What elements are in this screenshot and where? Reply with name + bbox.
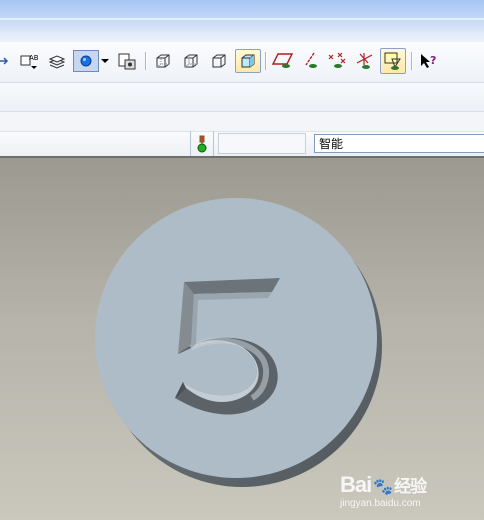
wireframe-icon[interactable] — [152, 50, 174, 72]
watermark-logo-suffix: 经验 — [394, 477, 427, 496]
regeneration-status-icon — [190, 131, 214, 156]
datum-plane-display-icon[interactable] — [272, 50, 294, 72]
layer-icon[interactable] — [46, 50, 68, 72]
status-field — [218, 133, 306, 154]
hidden-line-icon[interactable] — [180, 50, 202, 72]
named-view-icon[interactable] — [0, 50, 16, 72]
annotation-display-icon[interactable]: AB — [18, 50, 40, 72]
selection-filter-select[interactable]: 智能 — [314, 134, 484, 153]
message-area — [0, 112, 484, 131]
model-render — [95, 198, 382, 487]
toolbar-separator — [411, 52, 413, 70]
shading-icon[interactable] — [235, 49, 261, 73]
watermark-site: jingyan.baidu.com — [340, 498, 421, 509]
display-style-dropdown-icon[interactable] — [99, 50, 111, 72]
svg-text:?: ? — [430, 54, 436, 67]
saved-view-icon[interactable] — [116, 50, 138, 72]
svg-text:AB: AB — [29, 54, 39, 62]
secondary-toolbar-area — [0, 83, 484, 112]
spin-center-icon[interactable] — [380, 48, 406, 74]
watermark-logo-text: Bai — [340, 472, 372, 497]
selection-filter-value: 智能 — [319, 137, 344, 151]
window-title-bar — [0, 0, 484, 20]
context-help-icon[interactable]: ? — [418, 50, 440, 72]
coordinate-system-display-icon[interactable] — [354, 50, 376, 72]
toolbar-separator — [145, 52, 147, 70]
display-style-icon[interactable] — [73, 50, 99, 72]
disc-face — [95, 198, 377, 478]
datum-axis-display-icon[interactable] — [300, 50, 322, 72]
graphics-viewport[interactable]: Bai 🐾 经验 jingyan.baidu.com — [0, 158, 484, 520]
toolbar-separator — [265, 52, 267, 70]
datum-point-display-icon[interactable] — [326, 50, 348, 72]
baidu-watermark: Bai 🐾 经验 jingyan.baidu.com — [340, 472, 427, 509]
menu-area — [0, 20, 484, 42]
no-hidden-icon[interactable] — [208, 50, 230, 72]
